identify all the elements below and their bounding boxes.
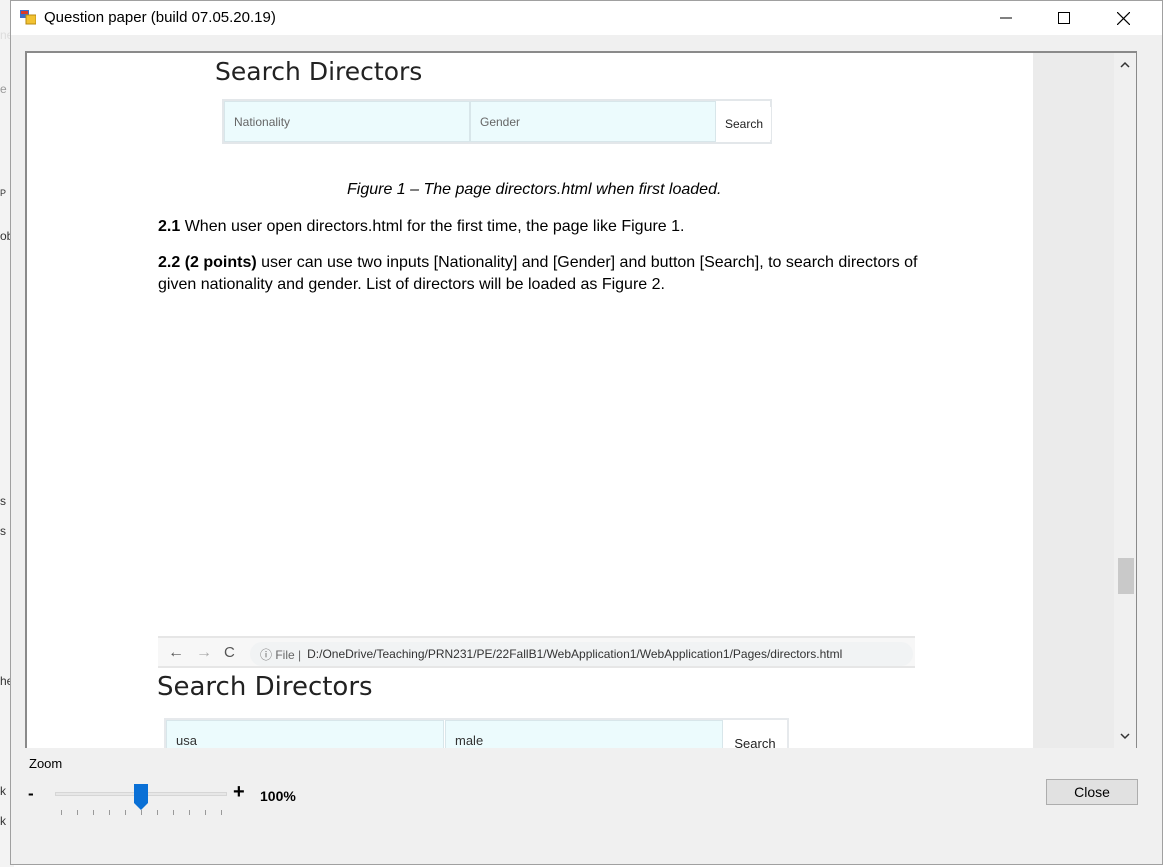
slider-tick (109, 810, 110, 815)
back-arrow-icon: ← (168, 644, 184, 661)
figure1-caption: Figure 1 – The page directors.html when … (347, 181, 722, 198)
close-icon (1116, 11, 1130, 25)
figure2-browser-bar: ← → C ⓘ File | D:/OneDrive/Teaching/PRN2… (158, 636, 915, 668)
paragraph-2-1-number: 2.1 (158, 218, 181, 235)
app-icon (20, 10, 36, 25)
maximize-button[interactable] (1035, 1, 1093, 35)
slider-tick (173, 810, 174, 815)
figure2-address-bar: ⓘ File | D:/OneDrive/Teaching/PRN231/PE/… (250, 642, 913, 666)
document-page: Search Directors Nationality Gender Sear… (27, 53, 1033, 748)
figure2-nationality-input: usa (166, 720, 444, 748)
figure1-nationality-input: Nationality (224, 101, 470, 142)
figure1-heading: Search Directors (215, 57, 423, 86)
slider-tick (93, 810, 94, 815)
reload-icon: C (224, 644, 235, 661)
slider-tick (61, 810, 62, 815)
paragraph-2-1-text: When user open directors.html for the fi… (180, 218, 685, 235)
window-title: Question paper (build 07.05.20.19) (44, 9, 276, 26)
figure2-heading: Search Directors (157, 672, 373, 702)
scrollbar-thumb[interactable] (1118, 558, 1134, 594)
vertical-scrollbar[interactable] (1114, 53, 1136, 748)
minimize-icon (1000, 17, 1012, 19)
paragraph-2-1: 2.1 When user open directors.html for th… (158, 216, 918, 238)
title-bar[interactable]: Question paper (build 07.05.20.19) (11, 1, 1162, 35)
background-fragment: e (0, 82, 7, 96)
figure2-search-form: usa male Search (164, 718, 789, 748)
forward-arrow-icon: → (196, 644, 212, 661)
figure2-address-text: D:/OneDrive/Teaching/PRN231/PE/22FallB1/… (307, 647, 843, 661)
slider-tick (221, 810, 222, 815)
figure2-gender-input: male (445, 720, 723, 748)
zoom-plus: + (233, 781, 245, 803)
close-window-button[interactable] (1094, 1, 1152, 35)
background-fragment: k (0, 814, 6, 828)
background-fragment: P (0, 188, 7, 198)
scroll-down-icon[interactable] (1119, 730, 1131, 742)
figure1-gender-input: Gender (470, 101, 716, 142)
info-icon: ⓘ File | (260, 647, 302, 662)
background-fragment: s (0, 494, 6, 508)
document-viewer[interactable]: Search Directors Nationality Gender Sear… (25, 51, 1137, 748)
slider-tick (157, 810, 158, 815)
slider-tick (125, 810, 126, 815)
zoom-slider-thumb[interactable] (134, 784, 148, 810)
question-paper-window: Question paper (build 07.05.20.19) Searc… (10, 0, 1163, 865)
paragraph-2-2-heading: 2.2 (2 points) (158, 254, 257, 271)
figure2-search-button: Search (724, 728, 786, 748)
minimize-button[interactable] (977, 1, 1035, 35)
figure1-search-form: Nationality Gender Search (222, 99, 772, 144)
zoom-value: 100% (260, 788, 296, 804)
paragraph-2-2-text: user can use two inputs [Nationality] an… (158, 254, 918, 293)
zoom-label: Zoom (29, 756, 63, 771)
slider-tick (189, 810, 190, 815)
zoom-minus: - (28, 784, 34, 803)
paragraph-2-2: 2.2 (2 points) user can use two inputs [… (158, 252, 918, 296)
background-fragment: s (0, 524, 6, 538)
scroll-up-icon[interactable] (1119, 59, 1131, 71)
slider-tick (205, 810, 206, 815)
close-button[interactable]: Close (1046, 779, 1138, 805)
background-fragment: k (0, 784, 6, 798)
maximize-icon (1058, 12, 1070, 24)
figure1-search-button: Search (717, 107, 771, 140)
slider-tick (141, 810, 142, 815)
slider-tick (77, 810, 78, 815)
